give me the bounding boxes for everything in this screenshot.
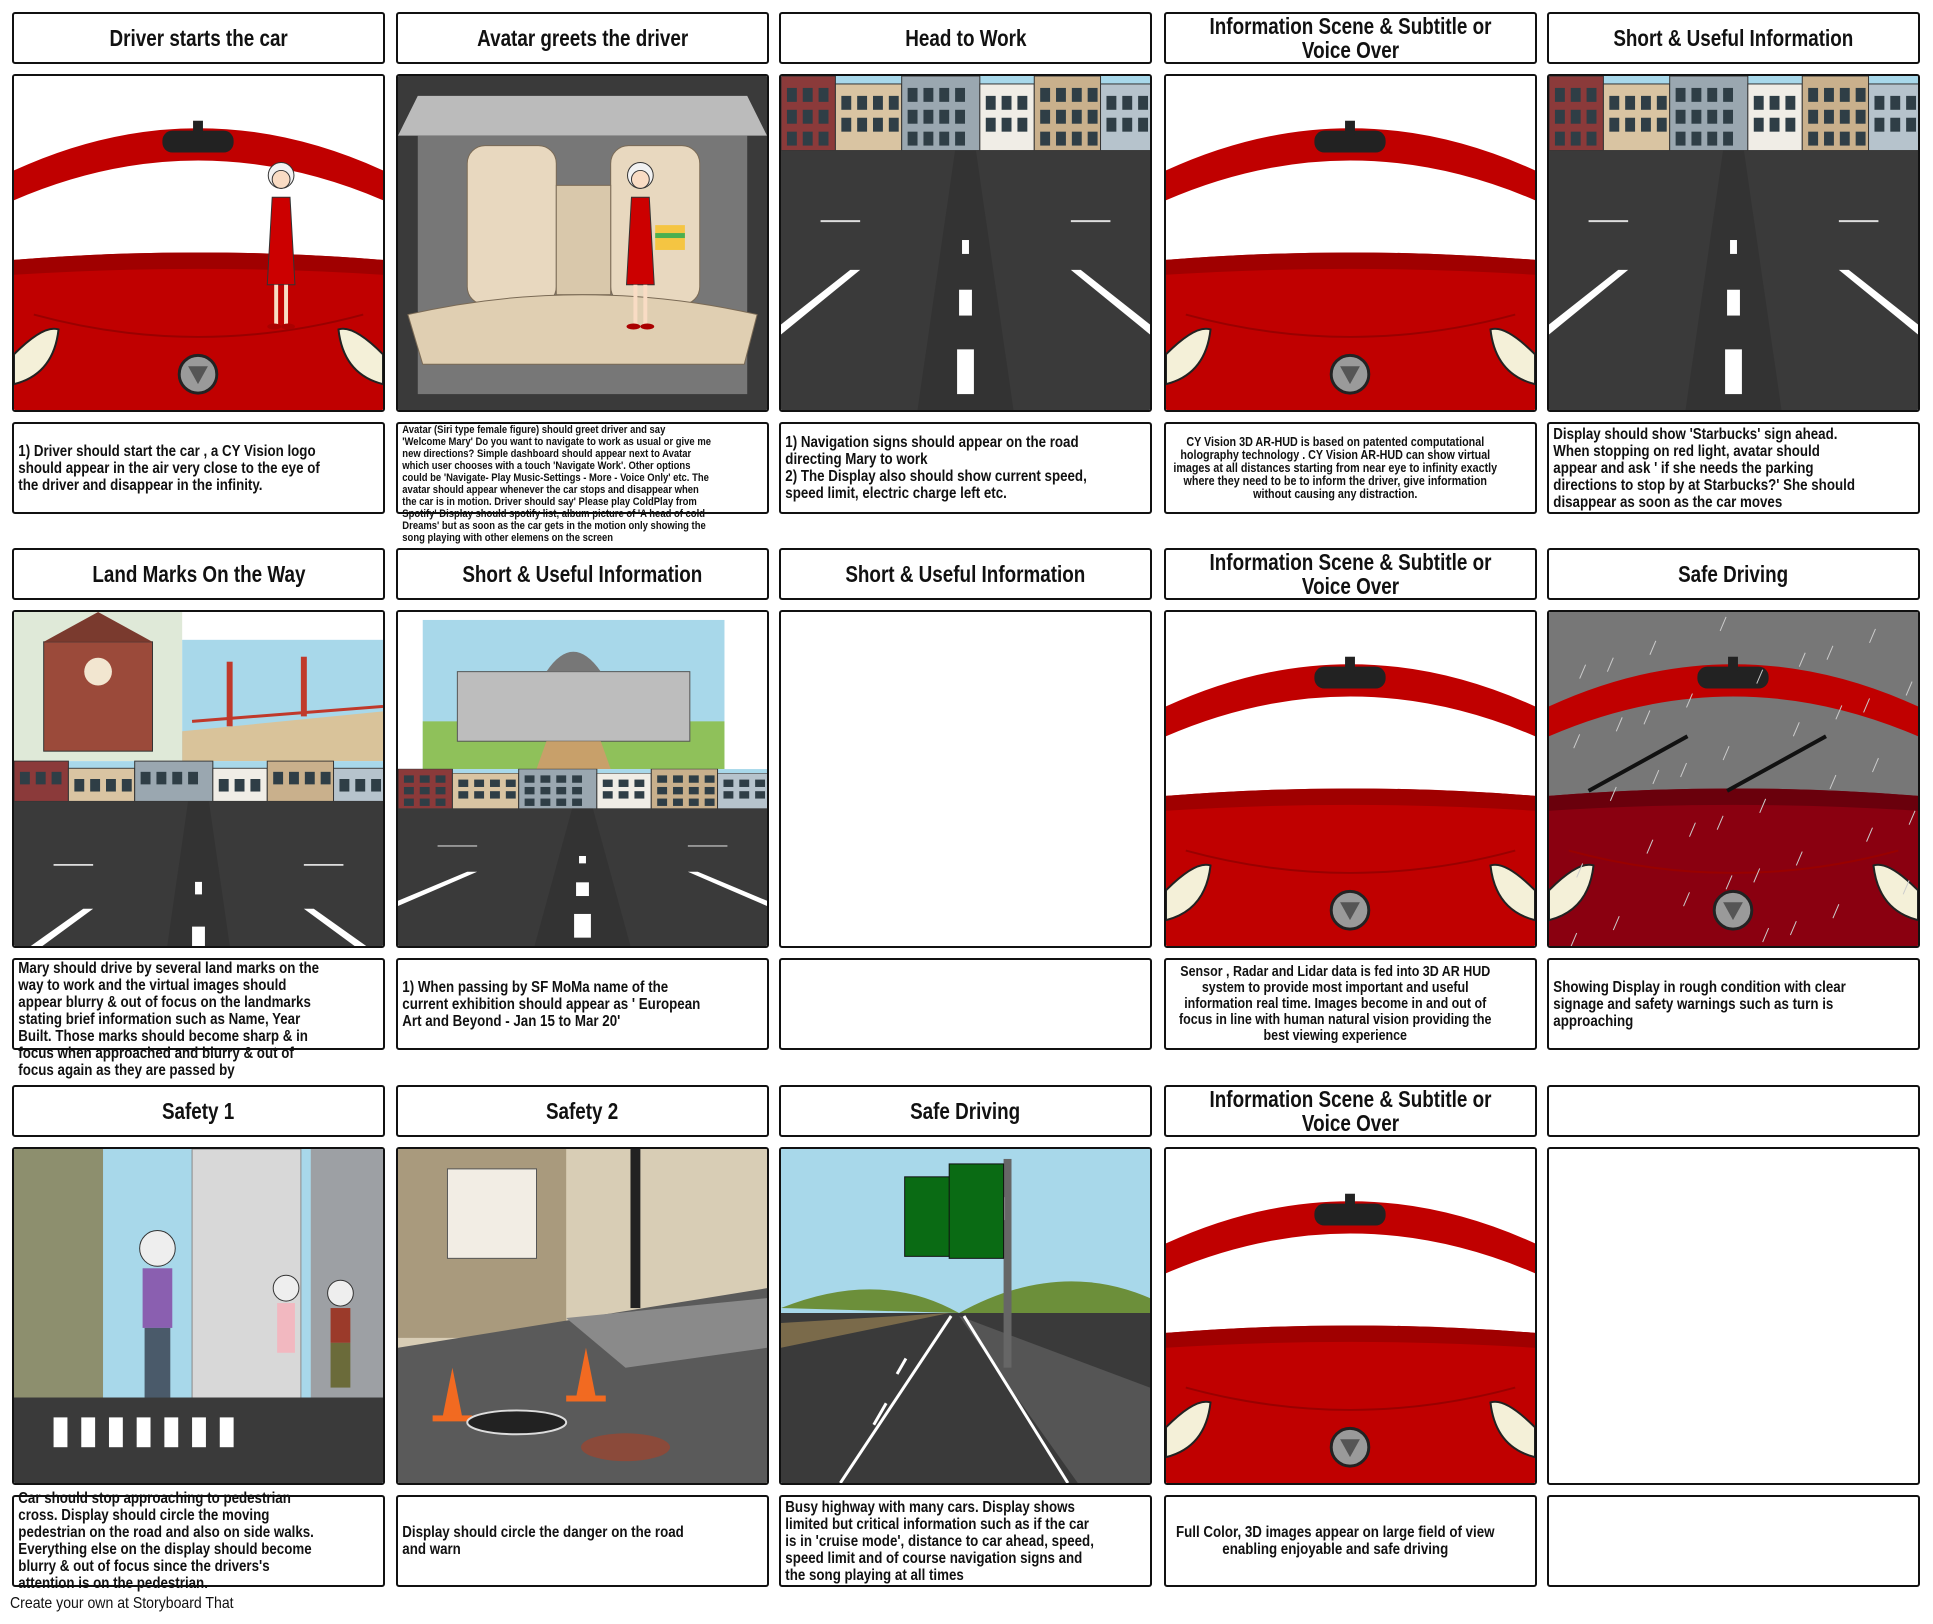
panel-title-text: Short & Useful Information	[1613, 25, 1854, 51]
panel-title-text: Information Scene & Subtitle or Voice Ov…	[1209, 549, 1492, 599]
caption-text: Full Color, 3D images appear on large fi…	[1176, 1524, 1495, 1558]
caption-text: Mary should drive by several land marks …	[18, 960, 320, 1079]
scene-illustration	[781, 76, 1150, 410]
panel-caption: Display should show 'Starbucks' sign ahe…	[1547, 422, 1920, 514]
scene-illustration	[1166, 1149, 1535, 1483]
panel-title: Avatar greets the driver	[396, 12, 769, 64]
panel-caption: Car should stop approaching to pedestria…	[12, 1490, 385, 1592]
panel-title-text: Safety 1	[162, 1098, 235, 1124]
scene-landmarks	[12, 610, 385, 948]
scene-road-hazard	[396, 1147, 769, 1485]
panel-caption: Sensor , Radar and Lidar data is fed int…	[1164, 958, 1537, 1050]
panel-title: Short & Useful Information	[779, 548, 1152, 600]
scene-illustration	[781, 1149, 1150, 1483]
panel-title-text: Short & Useful Information	[462, 561, 703, 587]
panel-caption: Mary should drive by several land marks …	[12, 958, 385, 1079]
panel-title-text: Information Scene & Subtitle or Voice Ov…	[1209, 1086, 1492, 1136]
scene-illustration	[1166, 612, 1535, 946]
panel-title-text: Avatar greets the driver	[476, 25, 689, 51]
caption-text: Showing Display in rough condition with …	[1553, 978, 1846, 1030]
caption-text: 1) When passing by SF MoMa name of the c…	[402, 978, 701, 1030]
panel-title-text: Safe Driving	[1678, 561, 1789, 587]
panel-title: Information Scene & Subtitle or Voice Ov…	[1164, 12, 1537, 64]
panel-title	[1547, 1085, 1920, 1137]
panel-caption	[779, 958, 1152, 1050]
panel-title: Land Marks On the Way	[12, 548, 385, 600]
scene-car-hood	[1164, 610, 1537, 948]
scene-illustration	[1549, 612, 1918, 946]
panel-title-text: Land Marks On the Way	[91, 561, 306, 587]
scene-illustration	[1549, 76, 1918, 410]
panel-title: Head to Work	[779, 12, 1152, 64]
scene-illustration	[1166, 76, 1535, 410]
scene-blank	[779, 610, 1152, 948]
scene-illustration	[398, 76, 767, 410]
panel-title-text: Driver starts the car	[109, 25, 288, 51]
storyboard-that-link[interactable]: Create your own at Storyboard That	[10, 1595, 234, 1613]
panel-title: Safe Driving	[779, 1085, 1152, 1137]
caption-text: 1) Navigation signs should appear on the…	[785, 434, 1087, 502]
caption-text: CY Vision 3D AR-HUD is based on patented…	[1173, 434, 1498, 501]
scene-car-hood-avatar	[12, 74, 385, 412]
scene-illustration	[14, 612, 383, 946]
caption-text: Display should show 'Starbucks' sign ahe…	[1553, 425, 1855, 511]
caption-text: Avatar (Siri type female figure) should …	[402, 424, 711, 544]
panel-title-text: Short & Useful Information	[845, 561, 1086, 587]
scene-highway	[779, 1147, 1152, 1485]
scene-illustration	[14, 1149, 383, 1483]
caption-text: Busy highway with many cars. Display sho…	[785, 1498, 1094, 1584]
scene-car-rain	[1547, 610, 1920, 948]
scene-street	[1547, 74, 1920, 412]
panel-title: Short & Useful Information	[1547, 12, 1920, 64]
scene-illustration	[14, 76, 383, 410]
panel-caption: 1) Navigation signs should appear on the…	[779, 422, 1152, 514]
scene-car-hood	[1164, 1147, 1537, 1485]
panel-caption: 1) Driver should start the car , a CY Vi…	[12, 422, 385, 514]
scene-blank	[1547, 1147, 1920, 1485]
panel-title-text: Information Scene & Subtitle or Voice Ov…	[1209, 13, 1492, 63]
panel-caption: Full Color, 3D images appear on large fi…	[1164, 1495, 1537, 1587]
panel-title: Safety 2	[396, 1085, 769, 1137]
panel-caption: Avatar (Siri type female figure) should …	[396, 422, 769, 544]
panel-title: Information Scene & Subtitle or Voice Ov…	[1164, 1085, 1537, 1137]
scene-pedestrian-crossing	[12, 1147, 385, 1485]
panel-title: Safety 1	[12, 1085, 385, 1137]
panel-caption: Busy highway with many cars. Display sho…	[779, 1495, 1152, 1587]
panel-title: Information Scene & Subtitle or Voice Ov…	[1164, 548, 1537, 600]
scene-car-hood	[1164, 74, 1537, 412]
caption-text: Display should circle the danger on the …	[402, 1524, 684, 1558]
caption-text: 1) Driver should start the car , a CY Vi…	[18, 442, 320, 494]
panel-caption: Showing Display in rough condition with …	[1547, 958, 1920, 1050]
scene-illustration	[398, 612, 767, 946]
panel-title: Safe Driving	[1547, 548, 1920, 600]
panel-caption: 1) When passing by SF MoMa name of the c…	[396, 958, 769, 1050]
panel-title-text: Safety 2	[546, 1098, 619, 1124]
panel-title-text: Head to Work	[904, 25, 1027, 51]
caption-text: Car should stop approaching to pedestria…	[18, 1490, 314, 1592]
caption-text: Sensor , Radar and Lidar data is fed int…	[1179, 964, 1492, 1044]
panel-caption	[1547, 1495, 1920, 1587]
panel-caption: CY Vision 3D AR-HUD is based on patented…	[1164, 422, 1537, 514]
scene-museum	[396, 610, 769, 948]
scene-street	[779, 74, 1152, 412]
panel-title: Driver starts the car	[12, 12, 385, 64]
panel-title: Short & Useful Information	[396, 548, 769, 600]
scene-car-interior	[396, 74, 769, 412]
panel-caption: Display should circle the danger on the …	[396, 1495, 769, 1587]
panel-title-text: Safe Driving	[910, 1098, 1021, 1124]
scene-illustration	[398, 1149, 767, 1483]
